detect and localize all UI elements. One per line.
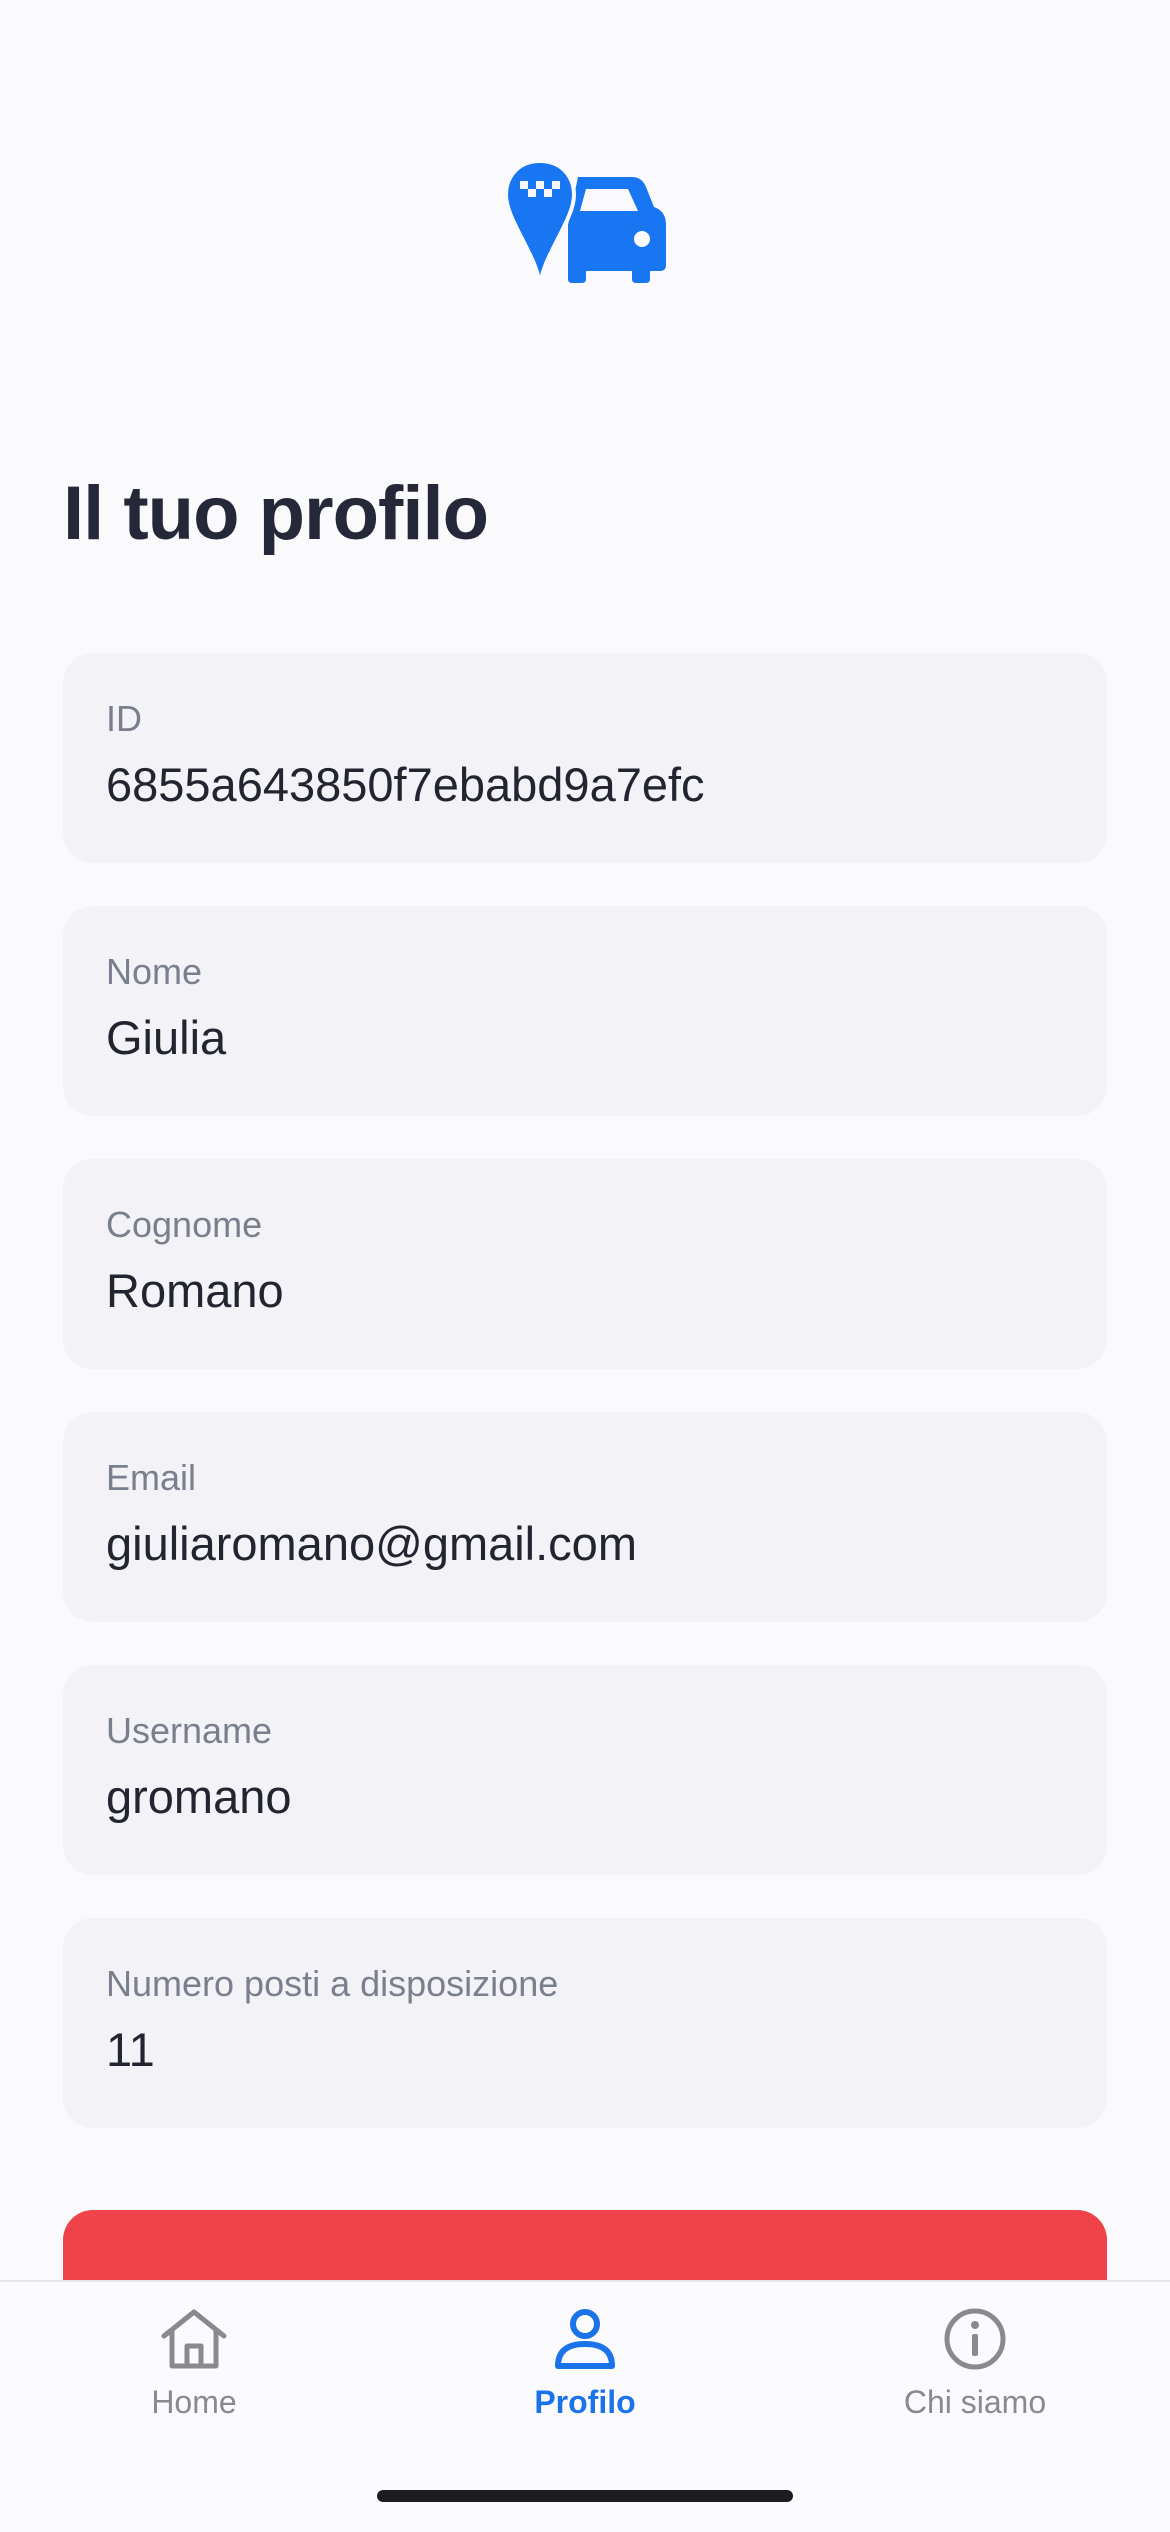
home-indicator — [377, 2490, 793, 2502]
profile-screen: Il tuo profilo ID 6855a643850f7ebabd9a7e… — [0, 0, 1170, 2532]
field-label: ID — [106, 698, 142, 739]
tab-label: Chi siamo — [903, 2384, 1047, 2420]
field-label: Cognome — [106, 1204, 263, 1245]
id-field: ID 6855a643850f7ebabd9a7efc — [63, 653, 1107, 863]
surname-field: Cognome Romano — [63, 1159, 1107, 1369]
field-value: Romano — [106, 1264, 284, 1317]
field-label: Nome — [106, 951, 203, 992]
tab-about[interactable]: Chi siamo — [825, 2306, 1125, 2421]
seats-field: Numero posti a disposizione 11 — [63, 1918, 1107, 2128]
field-value: 11 — [106, 2023, 155, 2076]
person-icon — [555, 2309, 615, 2369]
info-icon — [944, 2308, 1006, 2370]
field-label: Numero posti a disposizione — [106, 1963, 559, 2004]
field-value: giuliaromano@gmail.com — [106, 1517, 637, 1570]
field-label: Email — [106, 1457, 197, 1498]
field-value: 6855a643850f7ebabd9a7efc — [106, 758, 705, 811]
tab-label: Home — [151, 2384, 237, 2420]
name-field: Nome Giulia — [63, 906, 1107, 1116]
profile-fields: ID 6855a643850f7ebabd9a7efc Nome Giulia … — [63, 653, 1107, 2171]
field-label: Username — [106, 1710, 273, 1751]
email-field: Email giuliaromano@gmail.com — [63, 1412, 1107, 1622]
home-icon — [161, 2309, 227, 2369]
field-value: Giulia — [106, 1011, 227, 1064]
tab-profile[interactable]: Profilo — [435, 2306, 735, 2421]
taxi-pin-car-icon — [503, 158, 666, 290]
field-value: gromano — [106, 1770, 292, 1823]
tab-home[interactable]: Home — [44, 2306, 344, 2421]
page-title: Il tuo profilo — [63, 471, 489, 556]
tab-label: Profilo — [534, 2384, 636, 2420]
username-field: Username gromano — [63, 1665, 1107, 1875]
